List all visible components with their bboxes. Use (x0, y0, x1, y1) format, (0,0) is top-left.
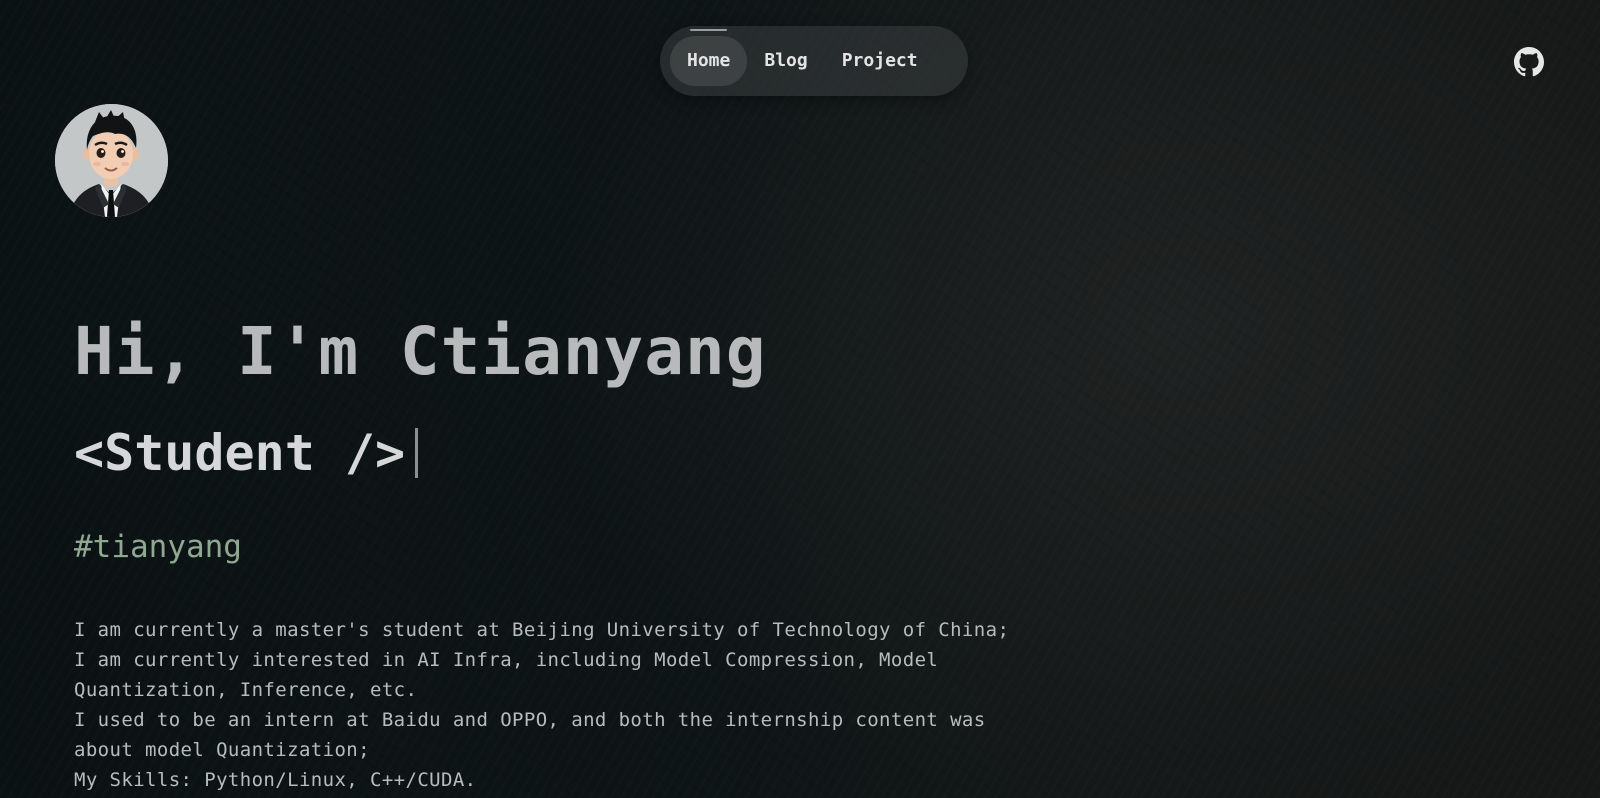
bio-section: I am currently a master's student at Bei… (74, 615, 1054, 795)
bio-line: I am currently interested in AI Infra, i… (74, 649, 939, 701)
bio-line: My Skills: Python/Linux, C++/CUDA. (74, 769, 477, 791)
nav-blog[interactable]: Blog (747, 36, 824, 86)
top-nav: Home Blog Project (660, 26, 968, 96)
github-icon[interactable] (1514, 47, 1544, 77)
typing-cursor (415, 428, 419, 478)
hashtag: #tianyang (74, 529, 242, 565)
nav-home[interactable]: Home (670, 29, 748, 86)
avatar (55, 104, 168, 217)
bio-line: I am currently a master's student at Bei… (74, 619, 1010, 641)
role-text: <Student /> (74, 424, 406, 482)
bio-line: I used to be an intern at Baidu and OPPO… (74, 709, 986, 761)
role-typewriter: <Student /> (74, 420, 419, 486)
page-title: Hi, I'm Ctianyang (74, 313, 767, 390)
nav-project[interactable]: Project (825, 36, 935, 86)
